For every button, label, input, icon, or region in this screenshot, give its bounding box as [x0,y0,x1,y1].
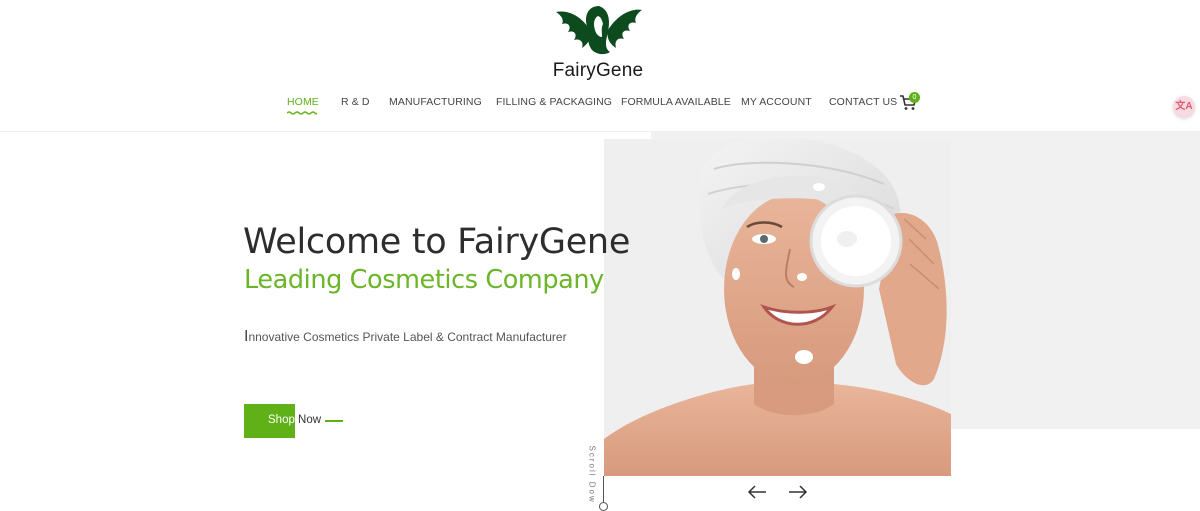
hero-subtitle: Leading Cosmetics Company [244,265,604,295]
hero-tagline: Innovative Cosmetics Private Label & Con… [244,328,567,346]
nav-formula-available[interactable]: FORMULA AVAILABLE [621,96,731,108]
arrow-left-icon [747,485,766,499]
translate-button[interactable]: 文A [1173,96,1195,118]
scroll-down-link[interactable]: Scroll Dow [585,445,599,507]
nav-home-label: HOME [287,96,319,108]
hero-tagline-text: nnovative Cosmetics Private Label & Cont… [248,330,567,344]
scroll-down-label: Scroll Dow [587,445,597,504]
nav-contact-us-label: CONTACT US [829,96,898,108]
translate-icon: 文A [1175,101,1193,112]
arrow-right-icon [789,485,808,499]
nav-rd[interactable]: R & D [341,96,370,108]
nav-filling-packaging[interactable]: FILLING & PACKAGING [496,96,612,108]
brand-logo[interactable]: FairyGene [546,4,650,82]
active-underline [287,111,317,115]
shop-now-label-dark: Now [294,414,322,426]
main-nav: HOME R & D MANUFACTURING FILLING & PACKA… [0,96,1200,118]
shop-now-label-white: Shop [268,414,295,426]
nav-manufacturing-label: MANUFACTURING [389,96,482,108]
shop-now-label: Shop Now [268,414,321,426]
slider-prev-button[interactable] [747,484,767,500]
nav-my-account-label: MY ACCOUNT [741,96,812,108]
fairy-logo-icon [556,6,642,55]
nav-contact-us[interactable]: CONTACT US [829,96,897,108]
nav-my-account[interactable]: MY ACCOUNT [741,96,812,108]
hero-image [604,139,951,476]
brand-name: FairyGene [552,60,644,81]
cart-count-badge: 0 [909,92,920,103]
nav-formula-available-label: FORMULA AVAILABLE [621,96,731,108]
site-header: FairyGene HOME R & D MANUFACTURING FILLI… [0,0,1200,132]
nav-home[interactable]: HOME [287,96,319,115]
woman-with-cream-jar-image [604,139,951,476]
nav-filling-packaging-label: FILLING & PACKAGING [496,96,613,108]
hero-title: Welcome to FairyGene [243,222,631,262]
shop-now-dash-icon [325,420,343,422]
slider-next-button[interactable] [788,484,808,500]
nav-manufacturing[interactable]: MANUFACTURING [389,96,482,108]
nav-rd-label: R & D [341,96,370,108]
